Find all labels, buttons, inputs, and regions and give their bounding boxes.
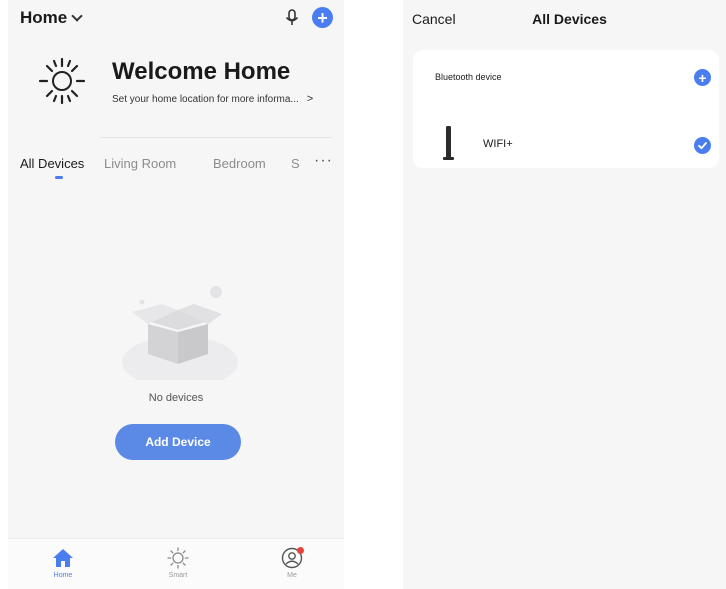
nav-smart-label: Smart <box>168 572 188 579</box>
welcome-banner[interactable]: Welcome Home Set your home location for … <box>20 52 338 112</box>
home-selector[interactable]: Home <box>20 8 83 28</box>
nav-home[interactable]: Home <box>33 547 93 579</box>
checkmark-icon <box>698 142 707 150</box>
nav-smart[interactable]: Smart <box>148 547 208 579</box>
all-devices-screen: All Devices Cancel Bluetooth device + WI… <box>403 0 726 589</box>
tab-all-devices[interactable]: All Devices <box>20 156 84 171</box>
plus-icon: + <box>698 69 707 86</box>
sun-icon <box>167 547 189 569</box>
welcome-subtitle[interactable]: Set your home location for more informa.… <box>112 93 313 105</box>
home-icon <box>53 549 73 567</box>
active-tab-indicator <box>55 176 63 179</box>
tab-partial[interactable]: S <box>291 156 300 171</box>
add-button[interactable]: + <box>312 7 333 28</box>
sun-icon <box>38 57 86 105</box>
plus-icon: + <box>317 7 328 28</box>
add-device-button[interactable]: Add Device <box>115 424 241 460</box>
tab-living-room[interactable]: Living Room <box>104 156 176 171</box>
divider <box>100 137 332 138</box>
home-screen: Home + Welcome Home Set your home locati… <box>8 0 344 589</box>
top-bar: All Devices Cancel <box>403 0 726 40</box>
nav-me[interactable]: Me <box>262 547 322 579</box>
device-stick-icon <box>443 126 454 160</box>
chevron-right-icon: > <box>306 93 314 105</box>
top-bar: Home + <box>8 0 344 38</box>
notification-badge <box>297 547 304 554</box>
more-icon[interactable]: ··· <box>314 152 333 170</box>
welcome-title: Welcome Home <box>112 58 291 85</box>
selected-checkbox[interactable] <box>694 137 711 154</box>
device-row[interactable]: WIFI+ <box>413 120 719 160</box>
bottom-navigation: Home Smart Me <box>8 538 344 589</box>
empty-box-illustration <box>122 286 238 380</box>
room-tabs: All Devices Living Room Bedroom S ··· <box>8 152 344 186</box>
empty-state-message: No devices <box>148 392 204 404</box>
device-list-card: Bluetooth device + WIFI+ <box>413 50 719 168</box>
tab-bedroom[interactable]: Bedroom <box>213 156 266 171</box>
chevron-down-icon <box>71 10 83 22</box>
nav-home-label: Home <box>53 572 73 579</box>
cancel-button[interactable]: Cancel <box>412 11 456 27</box>
home-selector-label: Home <box>20 8 68 27</box>
bluetooth-device-label: Bluetooth device <box>435 72 502 82</box>
microphone-icon[interactable] <box>283 8 301 28</box>
add-bluetooth-button[interactable]: + <box>694 69 711 86</box>
home-location-hint: Set your home location for more informa.… <box>112 93 299 105</box>
device-name: WIFI+ <box>483 138 513 150</box>
nav-me-label: Me <box>287 572 297 579</box>
